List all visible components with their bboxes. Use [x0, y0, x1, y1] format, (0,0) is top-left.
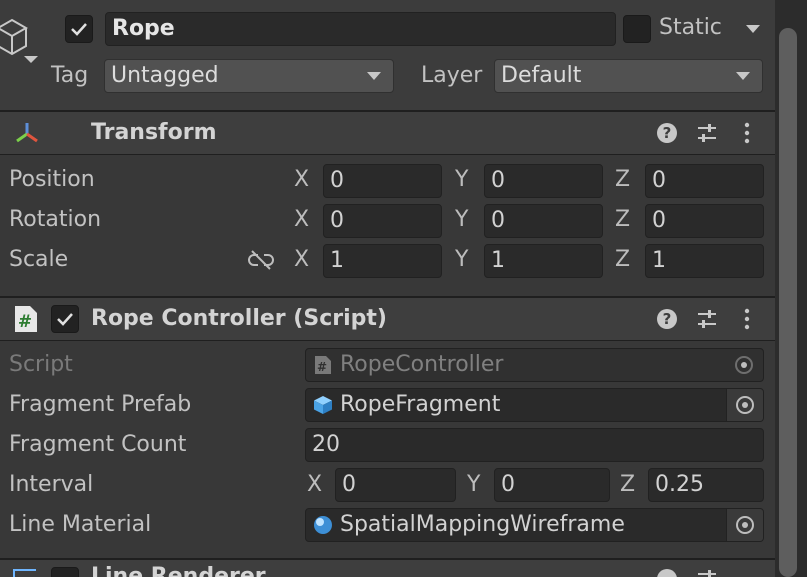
layer-label: Layer — [421, 63, 483, 88]
script-file-icon: # — [15, 306, 37, 332]
prefab-cube-icon — [314, 396, 332, 414]
axis-x-label: X — [307, 472, 323, 497]
more-options-icon[interactable] — [736, 308, 758, 330]
tag-label: Tag — [51, 63, 89, 88]
help-icon[interactable]: ? — [656, 308, 678, 330]
rope-controller-header[interactable]: # Rope Controller (Script) ? — [0, 298, 775, 340]
static-label: Static — [659, 15, 722, 40]
transform-title: Transform — [91, 120, 217, 145]
checkmark-icon — [71, 23, 87, 36]
scale-z-field[interactable]: 1 — [645, 244, 764, 278]
chevron-down-icon — [736, 72, 750, 80]
link-broken-icon[interactable] — [248, 249, 274, 271]
active-checkbox[interactable] — [65, 15, 93, 43]
svg-text:?: ? — [663, 124, 672, 142]
axis-y-label: Y — [467, 472, 481, 497]
presets-sliders-icon[interactable] — [696, 308, 718, 330]
divider — [0, 340, 775, 341]
position-label: Position — [9, 167, 95, 192]
fragment-prefab-field[interactable]: RopeFragment — [305, 388, 764, 422]
name-field[interactable]: Rope — [105, 12, 616, 46]
rope-controller-title: Rope Controller (Script) — [91, 306, 387, 331]
static-dropdown-caret[interactable] — [746, 25, 760, 33]
object-picker-button[interactable] — [726, 389, 763, 421]
axis-y-label: Y — [455, 207, 469, 232]
gameobject-cube-icon[interactable] — [0, 14, 40, 66]
interval-y-field[interactable]: 0 — [494, 468, 610, 502]
component-enabled-checkbox[interactable] — [51, 567, 79, 577]
layer-value: Default — [501, 63, 582, 88]
interval-label: Interval — [9, 472, 94, 497]
rotation-y-field[interactable]: 0 — [484, 204, 603, 238]
transform-header[interactable]: Transform ? — [0, 112, 775, 154]
script-label: Script — [9, 352, 73, 377]
rotation-label: Rotation — [9, 207, 102, 232]
script-field: # RopeController — [305, 348, 764, 382]
script-value: RopeController — [340, 352, 504, 377]
object-picker-button[interactable] — [726, 509, 763, 541]
component-enabled-checkbox[interactable] — [51, 305, 79, 333]
checkmark-icon — [57, 313, 73, 326]
rotation-x-field[interactable]: 0 — [323, 204, 442, 238]
scale-y-field[interactable]: 1 — [484, 244, 603, 278]
axis-z-label: Z — [615, 207, 631, 232]
layer-dropdown[interactable]: Default — [494, 59, 763, 93]
axis-y-label: Y — [455, 167, 469, 192]
axis-z-label: Z — [615, 167, 631, 192]
help-icon[interactable] — [656, 568, 678, 577]
fragment-count-field[interactable]: 20 — [305, 428, 764, 462]
axis-x-label: X — [294, 167, 310, 192]
position-y-field[interactable]: 0 — [484, 164, 603, 198]
position-x-field[interactable]: 0 — [323, 164, 442, 198]
axis-z-label: Z — [615, 247, 631, 272]
tag-value: Untagged — [111, 63, 219, 88]
scrollbar-thumb[interactable] — [779, 28, 797, 577]
interval-z-field[interactable]: 0.25 — [648, 468, 764, 502]
presets-sliders-icon[interactable] — [696, 122, 718, 144]
help-icon[interactable]: ? — [656, 122, 678, 144]
static-checkbox[interactable] — [623, 15, 651, 43]
presets-sliders-icon[interactable] — [696, 568, 718, 577]
axis-y-label: Y — [455, 247, 469, 272]
fragment-prefab-label: Fragment Prefab — [9, 392, 192, 417]
chevron-down-icon — [367, 72, 381, 80]
transform-axes-icon — [16, 123, 38, 143]
fragment-prefab-value: RopeFragment — [340, 392, 501, 417]
svg-text:#: # — [317, 360, 327, 374]
gameobject-header: Rope Static Tag Untagged Layer Default — [0, 0, 775, 110]
axis-x-label: X — [294, 247, 310, 272]
script-file-icon: # — [315, 356, 331, 374]
svg-text:?: ? — [663, 310, 672, 328]
line-material-value: SpatialMappingWireframe — [340, 512, 625, 537]
line-material-label: Line Material — [9, 512, 152, 537]
svg-text:#: # — [18, 312, 32, 332]
axis-x-label: X — [294, 207, 310, 232]
material-sphere-icon — [314, 516, 332, 534]
object-picker-icon — [736, 396, 754, 414]
rotation-z-field[interactable]: 0 — [645, 204, 764, 238]
tag-dropdown[interactable]: Untagged — [104, 59, 394, 93]
fragment-count-label: Fragment Count — [9, 432, 187, 457]
scale-x-field[interactable]: 1 — [323, 244, 442, 278]
interval-x-field[interactable]: 0 — [335, 468, 456, 502]
line-material-field[interactable]: SpatialMappingWireframe — [305, 508, 764, 542]
divider — [0, 154, 775, 155]
line-renderer-header[interactable]: Line Renderer — [0, 560, 775, 577]
object-picker-icon — [736, 516, 754, 534]
line-renderer-icon — [13, 569, 36, 577]
scale-label: Scale — [9, 247, 69, 272]
more-options-icon[interactable] — [736, 122, 758, 144]
object-picker-icon — [735, 356, 753, 374]
line-renderer-title: Line Renderer — [91, 564, 266, 577]
position-z-field[interactable]: 0 — [645, 164, 764, 198]
axis-z-label: Z — [620, 472, 636, 497]
